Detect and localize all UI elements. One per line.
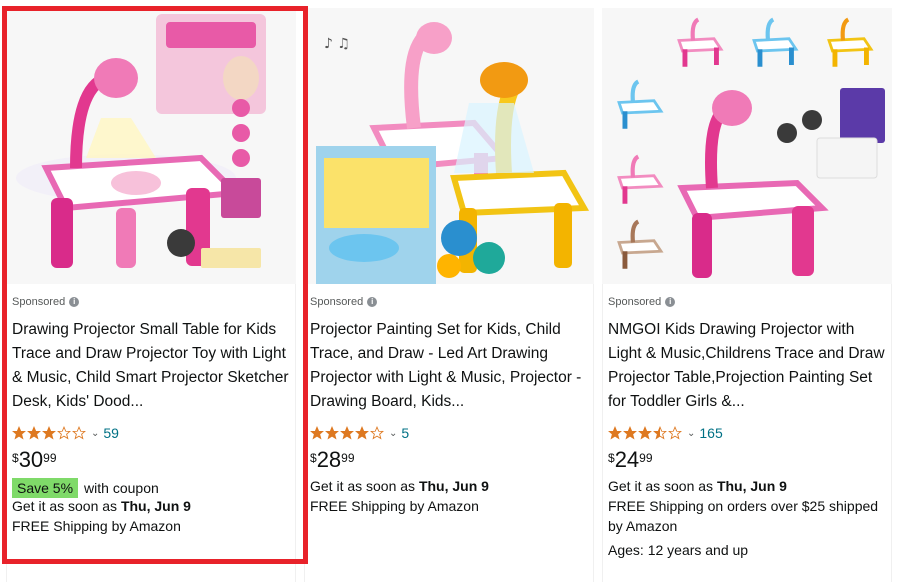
chevron-down-icon[interactable]: ⌄ [91,428,99,439]
star-rating[interactable] [608,426,682,440]
star-rating[interactable] [12,426,86,440]
price-whole: 30 [18,447,44,472]
delivery-prefix: Get it as soon as [310,478,416,494]
price-whole: 24 [614,447,640,472]
product-image-2[interactable]: ♪ ♫ [304,8,594,284]
star-icon [72,426,86,440]
coupon-row: Save 5% with coupon [12,478,159,498]
product-image-1[interactable] [6,8,296,284]
projector-table-pink-image [6,8,296,284]
price-fraction: 99 [43,451,57,465]
product-image-3[interactable] [602,8,892,284]
star-icon [340,426,354,440]
info-icon[interactable]: i [367,297,378,307]
rating-count-link[interactable]: 5 [401,425,409,441]
coupon-text: with coupon [84,480,159,496]
delivery-date: Thu, Jun 9 [418,478,489,494]
delivery-prefix: Get it as soon as [12,498,118,514]
star-icon [668,426,682,440]
star-icon [27,426,41,440]
price-symbol: $ [12,451,19,465]
star-rating[interactable] [310,426,384,440]
projector-table-collage-image [602,8,892,284]
chevron-down-icon[interactable]: ⌄ [687,428,695,439]
info-icon[interactable]: i [69,297,80,307]
product-card-3[interactable]: Sponsored i NMGOI Kids Drawing Projector… [602,8,892,582]
star-icon [370,426,384,440]
star-icon [638,426,652,440]
price-fraction: 99 [341,451,355,465]
shipping-line: FREE Shipping by Amazon [12,518,181,534]
projector-table-giraffe-image: ♪ ♫ [304,8,594,284]
shipping-line-2: by Amazon [608,518,678,534]
sponsored-text: Sponsored [12,296,66,308]
delivery-line: Get it as soon as Thu, Jun 9 [608,476,787,496]
star-icon [12,426,26,440]
delivery-line: Get it as soon as Thu, Jun 9 [12,496,191,516]
sponsored-text: Sponsored [310,296,364,308]
rating-row[interactable]: ⌄ 5 [310,425,409,441]
chevron-down-icon[interactable]: ⌄ [389,428,397,439]
sponsored-label: Sponsored i [608,296,676,308]
sponsored-text: Sponsored [608,296,662,308]
star-icon [310,426,324,440]
price[interactable]: $ 30 99 [12,446,57,474]
product-title[interactable]: Projector Painting Set for Kids, Child T… [310,318,588,414]
delivery-date: Thu, Jun 9 [120,498,191,514]
price[interactable]: $ 28 99 [310,446,355,474]
price[interactable]: $ 24 99 [608,446,653,474]
info-icon[interactable]: i [665,297,676,307]
star-icon [42,426,56,440]
ages-line: Ages: 12 years and up [608,542,749,558]
price-symbol: $ [608,451,615,465]
price-whole: 28 [316,447,342,472]
svg-text:♪ ♫: ♪ ♫ [324,36,350,52]
shipping-line: FREE Shipping by Amazon [310,498,479,514]
coupon-badge[interactable]: Save 5% [12,478,79,498]
product-title[interactable]: Drawing Projector Small Table for Kids T… [12,318,290,414]
delivery-prefix: Get it as soon as [608,478,714,494]
shipping-line: FREE Shipping on orders over $25 shipped [608,498,879,514]
star-icon [653,426,667,440]
rating-count-link[interactable]: 59 [103,425,119,441]
price-symbol: $ [310,451,317,465]
sponsored-label: Sponsored i [12,296,80,308]
product-card-1[interactable]: Sponsored i Drawing Projector Small Tabl… [6,8,296,582]
delivery-date: Thu, Jun 9 [716,478,787,494]
price-fraction: 99 [639,451,653,465]
delivery-line: Get it as soon as Thu, Jun 9 [310,476,489,496]
sponsored-label: Sponsored i [310,296,378,308]
star-icon [57,426,71,440]
star-icon [623,426,637,440]
product-card-2[interactable]: ♪ ♫ Sponsored i Projector Painting Set f… [304,8,594,582]
star-icon [355,426,369,440]
star-icon [608,426,622,440]
star-icon [325,426,339,440]
rating-row[interactable]: ⌄ 165 [608,425,723,441]
rating-row[interactable]: ⌄ 59 [12,425,119,441]
rating-count-link[interactable]: 165 [699,425,722,441]
product-title[interactable]: NMGOI Kids Drawing Projector with Light … [608,318,886,414]
